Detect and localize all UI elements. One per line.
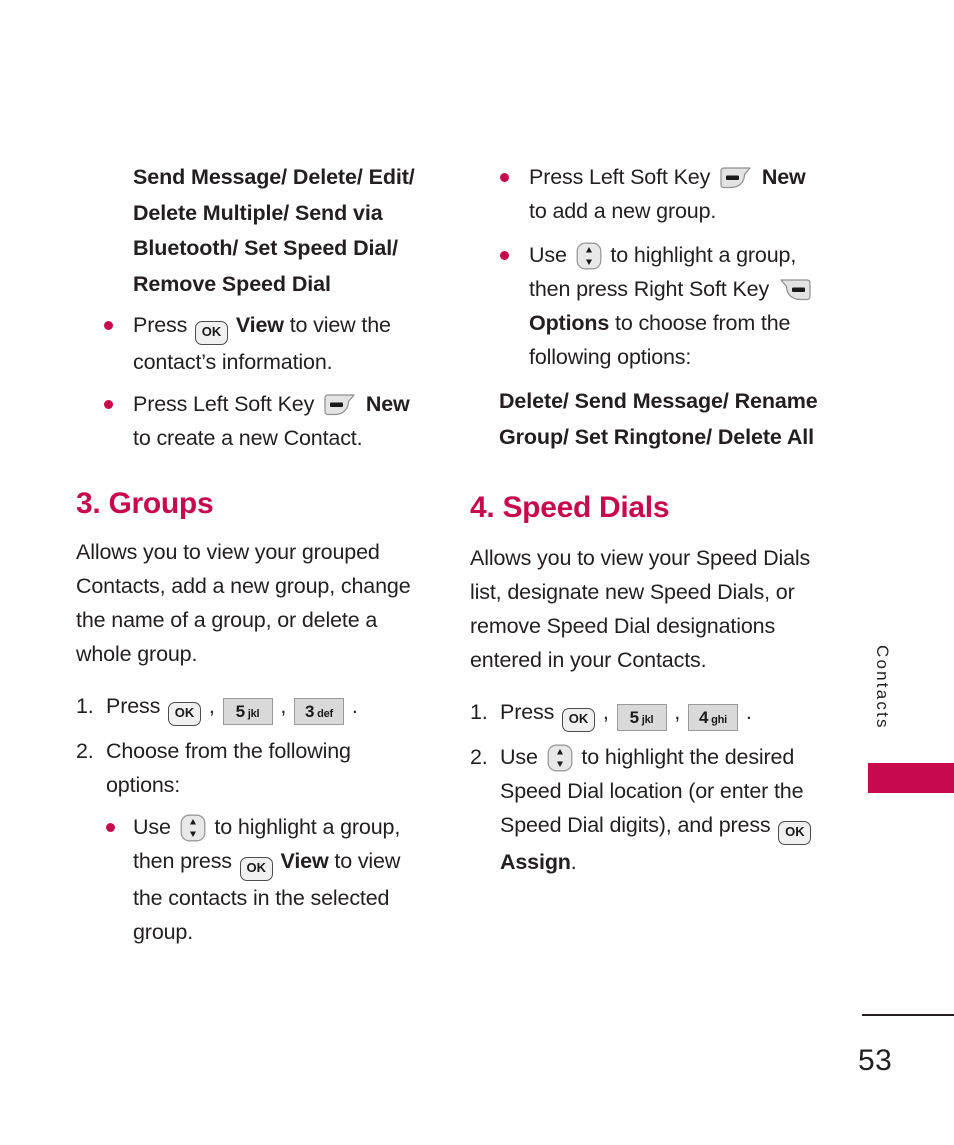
list-item: 1. Press OK , 5 jkl , 3 def . [76, 689, 426, 726]
number-key-letters: def [317, 708, 334, 720]
emphasis-text: New [360, 392, 410, 416]
right-bullet-list: Press Left Soft Key New to add a new gro… [470, 160, 828, 374]
groups-steps: 1. Press OK , 5 jkl , 3 def . 2. Choose fr… [76, 689, 426, 949]
bullet-dot-icon [500, 173, 509, 182]
number-key-digit: 5 [629, 708, 639, 727]
left-column: Send Message/ Delete/ Edit/ Delete Multi… [76, 160, 426, 957]
side-tab-marker [868, 763, 954, 793]
section-heading-speed-dials: 4. Speed Dials [470, 491, 670, 524]
number-key-letters: jkl [247, 708, 260, 720]
section-heading-groups: 3. Groups [76, 487, 214, 520]
footer-divider [862, 1014, 954, 1016]
number-key-digit: 3 [304, 702, 315, 721]
bullet-text: Press OK View to view the contact’s info… [133, 313, 391, 374]
up-down-navigation-key-icon [180, 814, 206, 842]
bullet-dot-icon [500, 251, 509, 260]
groups-intro-text: Allows you to view your grouped Contacts… [76, 540, 411, 666]
list-item: 1. Press OK , 5 jkl , 4 ghi . [470, 695, 828, 732]
number-key-5-icon: 5 jkl [616, 704, 667, 731]
step-number: 1. [76, 694, 94, 718]
bullet-text: Press Left Soft Key New to create a new … [133, 392, 410, 450]
step-text: Choose from the following options: [106, 739, 351, 797]
number-key-digit: 4 [698, 708, 709, 727]
number-key-4-icon: 4 ghi [688, 704, 738, 731]
list-item: 2. Use to highlight the desired Speed Di… [470, 740, 828, 879]
emphasis-text: Options [529, 311, 615, 335]
list-item: Press OK View to view the contact’s info… [76, 308, 426, 379]
list-item: Use to highlight a group, then press OK … [106, 810, 426, 949]
step-number: 1. [470, 700, 488, 724]
bullet-dot-icon [106, 823, 115, 832]
list-item: Use to highlight a group, then press Rig… [470, 238, 828, 374]
bullet-dot-icon [104, 321, 113, 330]
step-text: Press OK , 5 jkl , 4 ghi . [500, 700, 752, 732]
left-bullet-list: Press OK View to view the contact’s info… [76, 308, 426, 455]
number-key-letters: ghi [711, 714, 728, 726]
page-number: 53 [858, 1044, 893, 1077]
ok-key-icon: OK [778, 821, 812, 845]
step-number: 2. [470, 745, 488, 769]
list-item: Press Left Soft Key New to add a new gro… [470, 160, 828, 228]
list-item: Press Left Soft Key New to create a new … [76, 387, 426, 455]
manual-page: Send Message/ Delete/ Edit/ Delete Multi… [0, 0, 954, 1145]
right-soft-key-icon [778, 278, 812, 302]
bullet-text: Use to highlight a group, then press Rig… [529, 242, 815, 369]
emphasis-text: View [274, 849, 335, 873]
step-number: 2. [76, 739, 94, 763]
side-tab-chapter-label: Contacts [873, 645, 892, 730]
ok-key-icon: OK [168, 702, 202, 726]
ok-key-icon: OK [562, 708, 596, 732]
speed-dials-steps: 1. Press OK , 5 jkl , 4 ghi . 2. Use to hi… [470, 695, 828, 879]
emphasis-text: Assign [500, 850, 571, 874]
emphasis-text: View [230, 313, 290, 337]
list-item: 2. Choose from the following options: Us… [76, 734, 426, 949]
left-soft-key-icon [719, 166, 753, 190]
right-column: Press Left Soft Key New to add a new gro… [470, 160, 828, 887]
emphasis-text: New [756, 165, 806, 189]
left-soft-key-icon [323, 393, 357, 417]
ok-key-icon: OK [239, 857, 273, 881]
up-down-navigation-key-icon [547, 744, 573, 772]
ok-key-icon: OK [195, 321, 229, 345]
step-text: Press OK , 5 jkl , 3 def . [106, 694, 358, 726]
speed-dials-intro-text: Allows you to view your Speed Dials list… [470, 546, 811, 672]
number-key-digit: 5 [235, 702, 245, 721]
group-options-list: Delete/ Send Message/ Rename Group/ Set … [499, 389, 818, 449]
number-key-letters: jkl [641, 714, 654, 726]
number-key-5-icon: 5 jkl [222, 698, 273, 725]
up-down-navigation-key-icon [576, 242, 602, 270]
bullet-text: Press Left Soft Key New to add a new gro… [529, 165, 806, 223]
step-text: Use to highlight the desired Speed Dial … [500, 744, 813, 874]
step-sub-bullets: Use to highlight a group, then press OK … [106, 810, 426, 949]
bullet-dot-icon [104, 400, 113, 409]
number-key-3-icon: 3 def [294, 698, 344, 725]
contact-options-list: Send Message/ Delete/ Edit/ Delete Multi… [133, 165, 415, 296]
bullet-text: Use to highlight a group, then press OK … [133, 814, 401, 944]
